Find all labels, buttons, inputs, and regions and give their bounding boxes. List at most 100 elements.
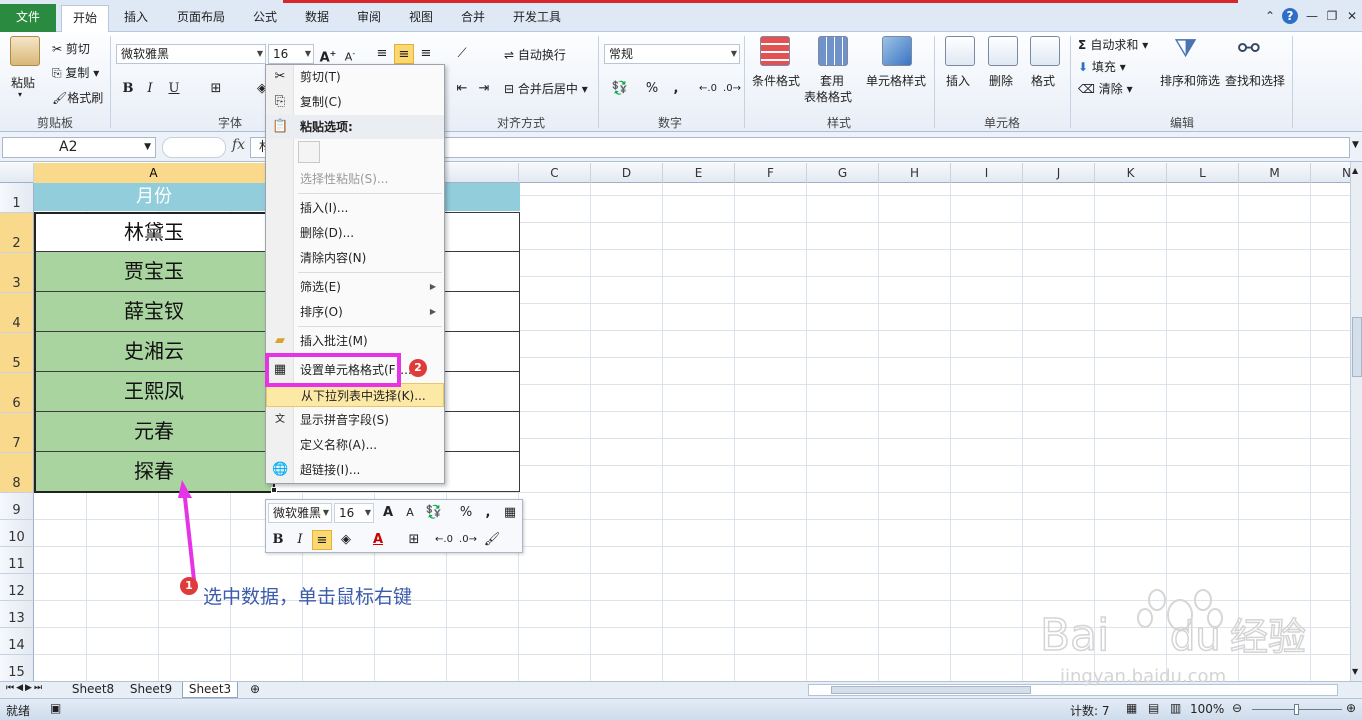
- macro-record-icon[interactable]: ▣: [50, 701, 61, 715]
- row-header[interactable]: 1: [0, 183, 34, 213]
- column-header[interactable]: C: [519, 163, 591, 183]
- row-header[interactable]: 14: [0, 628, 34, 655]
- row-header[interactable]: 7: [0, 413, 34, 453]
- column-header[interactable]: L: [1167, 163, 1239, 183]
- row-header[interactable]: 10: [0, 520, 34, 547]
- normal-view-icon[interactable]: ▦: [1126, 701, 1137, 715]
- sheet-tab[interactable]: Sheet8: [66, 682, 120, 698]
- currency-icon[interactable]: 💱: [610, 79, 630, 99]
- minimize-icon[interactable]: —: [1304, 8, 1320, 24]
- align-top-icon[interactable]: ≡: [372, 44, 392, 64]
- row-header[interactable]: 3: [0, 253, 34, 293]
- tab-insert[interactable]: 插入: [114, 5, 158, 32]
- tab-formulas[interactable]: 公式: [244, 5, 286, 32]
- paste-option-icon[interactable]: [298, 141, 320, 163]
- menu-item-sort[interactable]: 排序(O) ▶: [266, 300, 444, 324]
- menu-item-define-name[interactable]: 定义名称(A)...: [266, 433, 444, 457]
- increase-decimal-icon[interactable]: ←.0: [434, 530, 454, 550]
- tab-data[interactable]: 数据: [296, 5, 338, 32]
- column-header[interactable]: H: [879, 163, 951, 183]
- mini-font-combo[interactable]: 微软雅黑 ▼: [268, 503, 332, 523]
- row-header[interactable]: 15: [0, 655, 34, 681]
- italic-button[interactable]: I: [140, 79, 160, 99]
- chevron-down-icon[interactable]: ▼: [1352, 667, 1358, 676]
- font-name-combo[interactable]: 微软雅黑 ▼: [116, 44, 266, 64]
- mini-comma-button[interactable]: ,: [478, 503, 498, 523]
- name-box[interactable]: A2 ▼: [2, 137, 156, 158]
- page-layout-view-icon[interactable]: ▤: [1148, 701, 1159, 715]
- autosum-button[interactable]: Σ 自动求和 ▾: [1078, 36, 1148, 53]
- decrease-decimal-icon[interactable]: .0→: [722, 79, 742, 99]
- copy-button[interactable]: ⎘ 复制 ▾: [52, 64, 99, 81]
- mini-size-combo[interactable]: 16 ▼: [334, 503, 374, 523]
- clear-button[interactable]: ⌫ 清除 ▾: [1078, 80, 1133, 97]
- vertical-scrollbar[interactable]: ▲ ▼: [1350, 162, 1362, 682]
- brush-icon[interactable]: 🖌: [482, 530, 502, 550]
- sheet-tab-active[interactable]: Sheet3: [182, 682, 238, 698]
- tab-developer[interactable]: 开发工具: [504, 5, 570, 32]
- column-header[interactable]: F: [735, 163, 807, 183]
- menu-item-hyperlink[interactable]: 🌐 超链接(I)...: [266, 458, 444, 482]
- scroll-thumb[interactable]: [831, 686, 1031, 694]
- column-header[interactable]: J: [1023, 163, 1095, 183]
- row-header[interactable]: 5: [0, 333, 34, 373]
- mini-italic-button[interactable]: I: [290, 530, 310, 550]
- menu-item-phonetic[interactable]: 文 显示拼音字段(S): [266, 408, 444, 432]
- restore-icon[interactable]: ❐: [1324, 8, 1340, 24]
- increase-indent-icon[interactable]: ⇥: [474, 79, 494, 99]
- tab-file[interactable]: 文件: [0, 4, 56, 32]
- chevron-down-icon[interactable]: ▼: [1352, 140, 1359, 150]
- menu-item-insert-comment[interactable]: ▰ 插入批注(M): [266, 329, 444, 353]
- tab-home[interactable]: 开始: [61, 5, 109, 32]
- zoom-in-icon[interactable]: ⊕: [1346, 701, 1356, 715]
- bold-button[interactable]: B: [118, 79, 138, 99]
- fill-button[interactable]: ⬇ 填充 ▾: [1078, 58, 1126, 75]
- comma-button[interactable]: ,: [666, 79, 686, 99]
- percent-button[interactable]: %: [642, 79, 662, 99]
- tab-review[interactable]: 审阅: [348, 5, 390, 32]
- column-header[interactable]: G: [807, 163, 879, 183]
- mini-bold-button[interactable]: B: [268, 530, 288, 550]
- sheet-tab[interactable]: Sheet9: [124, 682, 178, 698]
- close-icon[interactable]: ✕: [1344, 8, 1360, 24]
- currency-icon[interactable]: 💱: [424, 503, 444, 523]
- format-table-icon[interactable]: ▦: [500, 503, 520, 523]
- menu-item-cut[interactable]: ✂ 剪切(T): [266, 65, 444, 89]
- insert-function-button[interactable]: fx: [232, 137, 245, 153]
- chevron-up-icon[interactable]: ▲: [1352, 166, 1358, 175]
- row-header[interactable]: 9: [0, 493, 34, 520]
- mini-percent-button[interactable]: %: [456, 503, 476, 523]
- new-sheet-icon[interactable]: ⊕: [244, 682, 266, 698]
- menu-item-delete[interactable]: 删除(D)...: [266, 221, 444, 245]
- increase-decimal-icon[interactable]: ←.0: [698, 79, 718, 99]
- sheet-nav-icon[interactable]: ⏮◀▶⏭: [6, 683, 44, 693]
- row-header[interactable]: 4: [0, 293, 34, 333]
- menu-item-filter[interactable]: 筛选(E) ▶: [266, 275, 444, 299]
- border-icon[interactable]: ⊞: [404, 530, 424, 550]
- font-size-combo[interactable]: 16 ▼: [268, 44, 314, 64]
- shrink-font-icon[interactable]: A: [400, 503, 420, 523]
- center-align-icon[interactable]: ≡: [312, 530, 332, 550]
- row-header[interactable]: 13: [0, 601, 34, 628]
- format-painter-button[interactable]: 🖌格式刷: [52, 89, 103, 106]
- merge-center-button[interactable]: ⊟ 合并后居中 ▾: [504, 80, 588, 97]
- fill-handle[interactable]: [271, 487, 277, 493]
- align-middle-icon[interactable]: ≡: [394, 44, 414, 64]
- ribbon-collapse-icon[interactable]: ⌃: [1262, 8, 1278, 24]
- font-color-icon[interactable]: A: [368, 530, 388, 550]
- row-header[interactable]: 11: [0, 547, 34, 574]
- menu-item-copy[interactable]: ⎘ 复制(C): [266, 90, 444, 114]
- scroll-thumb[interactable]: [1352, 317, 1362, 377]
- tab-page-layout[interactable]: 页面布局: [168, 5, 234, 32]
- column-header[interactable]: A: [34, 163, 274, 183]
- number-format-combo[interactable]: 常规 ▼: [604, 44, 740, 64]
- page-break-view-icon[interactable]: ▥: [1170, 701, 1181, 715]
- shrink-font-icon[interactable]: A-: [340, 44, 360, 64]
- column-header[interactable]: M: [1239, 163, 1311, 183]
- row-header[interactable]: 2: [0, 213, 34, 253]
- underline-button[interactable]: U: [164, 79, 184, 99]
- menu-item-insert[interactable]: 插入(I)...: [266, 196, 444, 220]
- border-icon[interactable]: ⊞: [206, 79, 226, 99]
- column-header[interactable]: K: [1095, 163, 1167, 183]
- select-all-corner[interactable]: [0, 163, 34, 183]
